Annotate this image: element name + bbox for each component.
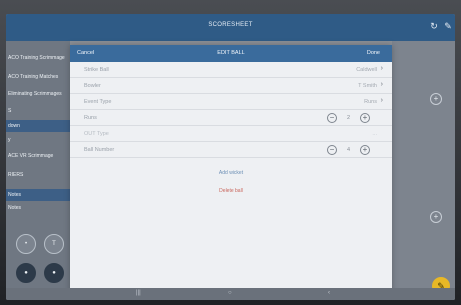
chevron-right-icon: › xyxy=(380,81,383,88)
row-label: Strike Ball xyxy=(84,67,109,73)
chevron-right-icon: › xyxy=(380,65,383,72)
modal-header: Cancel EDIT BALL Done xyxy=(70,45,392,62)
app-screen: SCORESHEET ↻ ✎ ACO Training Scrimmage AC… xyxy=(6,14,455,300)
done-button[interactable]: Done xyxy=(367,50,380,56)
row-label: Ball Number xyxy=(84,147,115,153)
row-value: ... xyxy=(372,131,377,137)
sidebar-item[interactable]: Eliminating Scrimmages xyxy=(8,91,62,97)
runs-row: Runs − 2 + xyxy=(70,110,392,126)
minus-icon[interactable]: − xyxy=(327,145,337,155)
back-icon[interactable]: ‹ xyxy=(328,290,330,296)
scoring-button[interactable]: • xyxy=(16,234,36,254)
event-type-row[interactable]: Event Type Runs › xyxy=(70,94,392,110)
row-label: Runs xyxy=(84,115,97,121)
modal-title: EDIT BALL xyxy=(217,50,245,56)
out-type-row[interactable]: OUT Type ... xyxy=(70,126,392,142)
recents-icon[interactable]: ||| xyxy=(136,290,141,296)
top-header-bar: SCORESHEET ↻ ✎ xyxy=(6,14,455,41)
sidebar-item: down xyxy=(8,123,20,129)
ball-number-value: 4 xyxy=(346,147,350,153)
scoring-button[interactable]: T xyxy=(44,234,64,254)
row-label: Event Type xyxy=(84,99,112,105)
refresh-icon[interactable]: ↻ xyxy=(429,21,439,31)
row-label: OUT Type xyxy=(84,131,109,137)
system-nav-bar: ||| ○ ‹ xyxy=(6,288,455,300)
sidebar-item[interactable]: S xyxy=(8,108,11,114)
add-circle-icon[interactable]: + xyxy=(430,93,442,105)
sidebar-item[interactable]: ACE VR Scrimmage xyxy=(8,153,53,159)
scoring-button[interactable]: ● xyxy=(44,263,64,283)
chevron-right-icon: › xyxy=(380,97,383,104)
add-circle-icon[interactable]: + xyxy=(430,211,442,223)
bowler-row[interactable]: Bowler T Smith › xyxy=(70,78,392,94)
sidebar: ACO Training Scrimmage ACO Training Matc… xyxy=(6,41,70,300)
plus-icon[interactable]: + xyxy=(360,145,370,155)
plus-icon[interactable]: + xyxy=(360,113,370,123)
add-wicket-link[interactable]: Add wicket xyxy=(70,170,392,176)
runs-value: 2 xyxy=(346,115,350,121)
sidebar-item[interactable]: ACO Training Matches xyxy=(8,74,58,80)
strike-ball-row[interactable]: Strike Ball Caldwell › xyxy=(70,62,392,78)
sidebar-selected-band[interactable]: Notes xyxy=(6,189,70,201)
right-panel: + + ✎ xyxy=(392,41,455,300)
sidebar-item: Notes xyxy=(8,192,22,198)
sidebar-item[interactable]: ACO Training Scrimmage xyxy=(8,55,65,61)
sidebar-item[interactable]: RIERS xyxy=(8,172,23,178)
home-icon[interactable]: ○ xyxy=(228,290,232,296)
row-label: Bowler xyxy=(84,83,101,89)
minus-icon[interactable]: − xyxy=(327,113,337,123)
sidebar-item[interactable]: Notes xyxy=(8,205,21,211)
row-value: T Smith xyxy=(358,83,377,89)
sidebar-selected-band[interactable]: down xyxy=(6,120,70,132)
delete-ball-link[interactable]: Delete ball xyxy=(70,188,392,194)
row-value: Runs xyxy=(364,99,377,105)
ball-number-row: Ball Number − 4 + xyxy=(70,142,392,158)
edit-ball-modal: Cancel EDIT BALL Done Strike Ball Caldwe… xyxy=(70,45,392,300)
app-title: SCORESHEET xyxy=(208,22,253,28)
sidebar-item[interactable]: y xyxy=(8,137,11,143)
edit-icon[interactable]: ✎ xyxy=(443,21,453,31)
scoring-button[interactable]: ● xyxy=(16,263,36,283)
row-value: Caldwell xyxy=(356,67,377,73)
